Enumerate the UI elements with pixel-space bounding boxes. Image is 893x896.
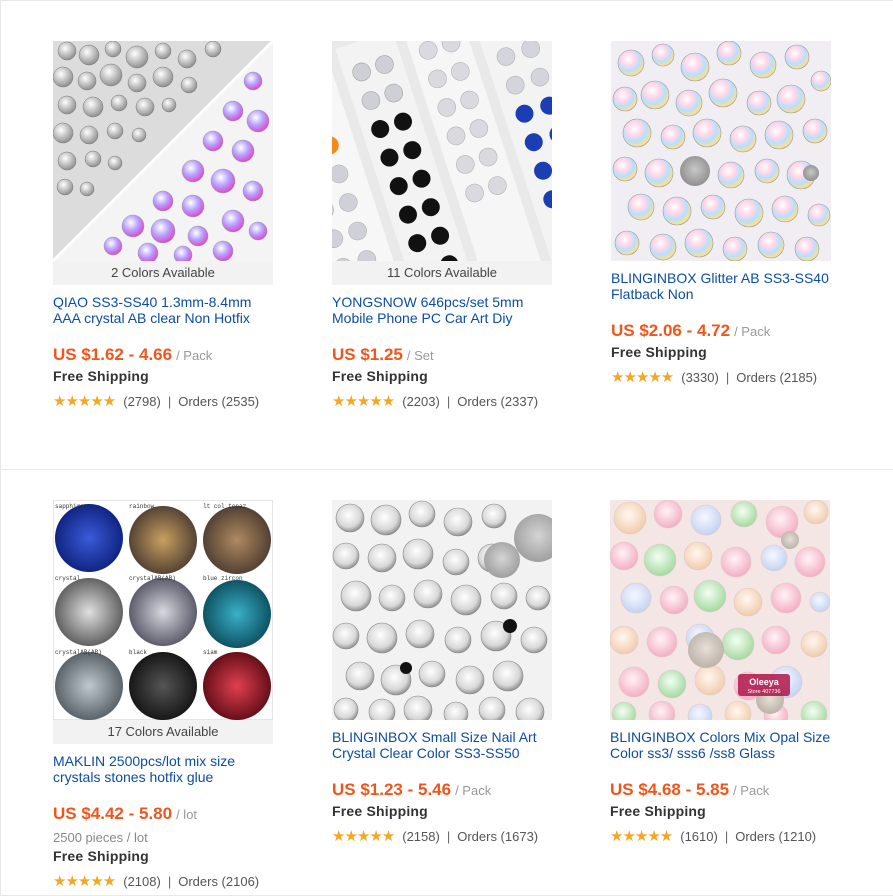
product-title-link[interactable]: YONGSNOW 646pcs/set 5mm Mobile Phone PC … [332,294,554,326]
orders-count-link[interactable]: Orders (2185) [736,370,817,385]
grid-label: sapphire [55,503,84,510]
product-image[interactable]: sapphire rainbow lt col topaz crystal cr… [53,500,273,720]
price-line: US $4.68 - 5.85/ Pack [610,780,832,800]
separator: | [725,369,730,385]
price-unit: / Pack [734,324,771,339]
store-watermark: Oleeya Store 407736 [738,674,790,696]
rating-line: ★★★★★ (3330) | Orders (2185) [611,368,833,386]
reviews-count-link[interactable]: (2203) [402,394,440,409]
product-card[interactable]: BLINGINBOX Small Size Nail Art Crystal C… [332,500,554,845]
price: US $1.23 - 5.46 [332,780,452,799]
price-line: US $2.06 - 4.72/ Pack [611,321,833,341]
price-line: US $1.62 - 4.66/ Pack [53,345,275,365]
free-shipping-label: Free Shipping [611,344,707,360]
star-rating-icon[interactable]: ★★★★★ [332,392,395,410]
rating-line: ★★★★★ (2798) | Orders (2535) [53,392,275,410]
orders-count-link[interactable]: Orders (2337) [457,394,538,409]
free-shipping-label: Free Shipping [610,803,706,819]
colors-available-label: 11 Colors Available [332,261,552,285]
orders-count-link[interactable]: Orders (2106) [178,874,259,889]
reviews-count-link[interactable]: (2798) [123,394,161,409]
price: US $4.68 - 5.85 [610,780,730,799]
product-card[interactable]: BLINGINBOX Glitter AB SS3-SS40 Flatback … [611,41,833,386]
price-unit: / Pack [455,783,492,798]
rating-line: ★★★★★ (2108) | Orders (2106) [53,872,275,890]
star-rating-icon[interactable]: ★★★★★ [610,827,673,845]
reviews-count-link[interactable]: (2108) [123,874,161,889]
product-title-link[interactable]: BLINGINBOX Colors Mix Opal Size Color ss… [610,729,832,761]
reviews-count-link[interactable]: (2158) [402,829,440,844]
price-unit: / Pack [176,348,213,363]
product-card[interactable]: 11 Colors Available YONGSNOW 646pcs/set … [332,41,554,410]
price-line: US $1.23 - 5.46/ Pack [332,780,554,800]
price: US $4.42 - 5.80 [53,804,173,823]
product-title-link[interactable]: BLINGINBOX Glitter AB SS3-SS40 Flatback … [611,270,833,302]
product-image[interactable] [611,41,831,261]
separator: | [446,828,451,844]
watermark-subtext: Store 407736 [747,689,780,695]
price-unit: / lot [176,807,198,822]
product-card[interactable]: sapphire rainbow lt col topaz crystal cr… [53,500,275,890]
product-title-link[interactable]: BLINGINBOX Small Size Nail Art Crystal C… [332,729,554,761]
product-card[interactable]: 2 Colors Available QIAO SS3-SS40 1.3mm-8… [53,41,275,410]
product-card[interactable]: Oleeya Store 407736 BLINGINBOX Colors Mi… [610,500,832,845]
price: US $2.06 - 4.72 [611,321,731,340]
grid-label: lt col topaz [203,503,247,510]
price-unit: / Set [406,348,434,363]
star-rating-icon[interactable]: ★★★★★ [332,827,395,845]
orders-count-link[interactable]: Orders (1210) [735,829,816,844]
grid-label: rainbow [129,503,155,510]
separator: | [167,873,172,889]
price-unit: / Pack [733,783,770,798]
grid-label: siam [203,649,218,656]
free-shipping-label: Free Shipping [332,368,428,384]
star-rating-icon[interactable]: ★★★★★ [53,392,116,410]
product-title-link[interactable]: MAKLIN 2500pcs/lot mix size crystals sto… [53,753,275,785]
star-rating-icon[interactable]: ★★★★★ [53,872,116,890]
free-shipping-label: Free Shipping [53,368,149,384]
colors-available-label: 2 Colors Available [53,261,273,285]
colors-available-label: 17 Colors Available [53,720,273,744]
price: US $1.25 [332,345,403,364]
rating-line: ★★★★★ (1610) | Orders (1210) [610,827,832,845]
price-line: US $1.25/ Set [332,345,554,365]
product-title-link[interactable]: QIAO SS3-SS40 1.3mm-8.4mm AAA crystal AB… [53,294,275,326]
orders-count-link[interactable]: Orders (2535) [178,394,259,409]
grid-label: crystalAB(AB) [129,575,176,582]
orders-count-link[interactable]: Orders (1673) [457,829,538,844]
product-image[interactable] [332,500,552,720]
star-rating-icon[interactable]: ★★★★★ [611,368,674,386]
rating-line: ★★★★★ (2158) | Orders (1673) [332,827,554,845]
grid-label: black [129,649,147,656]
separator: | [167,393,172,409]
grid-label: crystalAB(AB) [55,649,102,656]
price: US $1.62 - 4.66 [53,345,173,364]
free-shipping-label: Free Shipping [53,848,149,864]
product-image[interactable] [53,41,273,261]
pieces-per-lot: 2500 pieces / lot [53,830,148,845]
reviews-count-link[interactable]: (3330) [681,370,719,385]
product-image[interactable] [332,41,552,261]
watermark-text: Oleeya [749,677,780,687]
free-shipping-label: Free Shipping [332,803,428,819]
price-line: US $4.42 - 5.80/ lot [53,804,275,824]
separator: | [724,828,729,844]
row-divider [0,469,893,470]
grid-label: blue zircon [203,575,243,582]
separator: | [446,393,451,409]
reviews-count-link[interactable]: (1610) [680,829,718,844]
rating-line: ★★★★★ (2203) | Orders (2337) [332,392,554,410]
grid-label: crystal [55,575,81,582]
product-image[interactable]: Oleeya Store 407736 [610,500,830,720]
